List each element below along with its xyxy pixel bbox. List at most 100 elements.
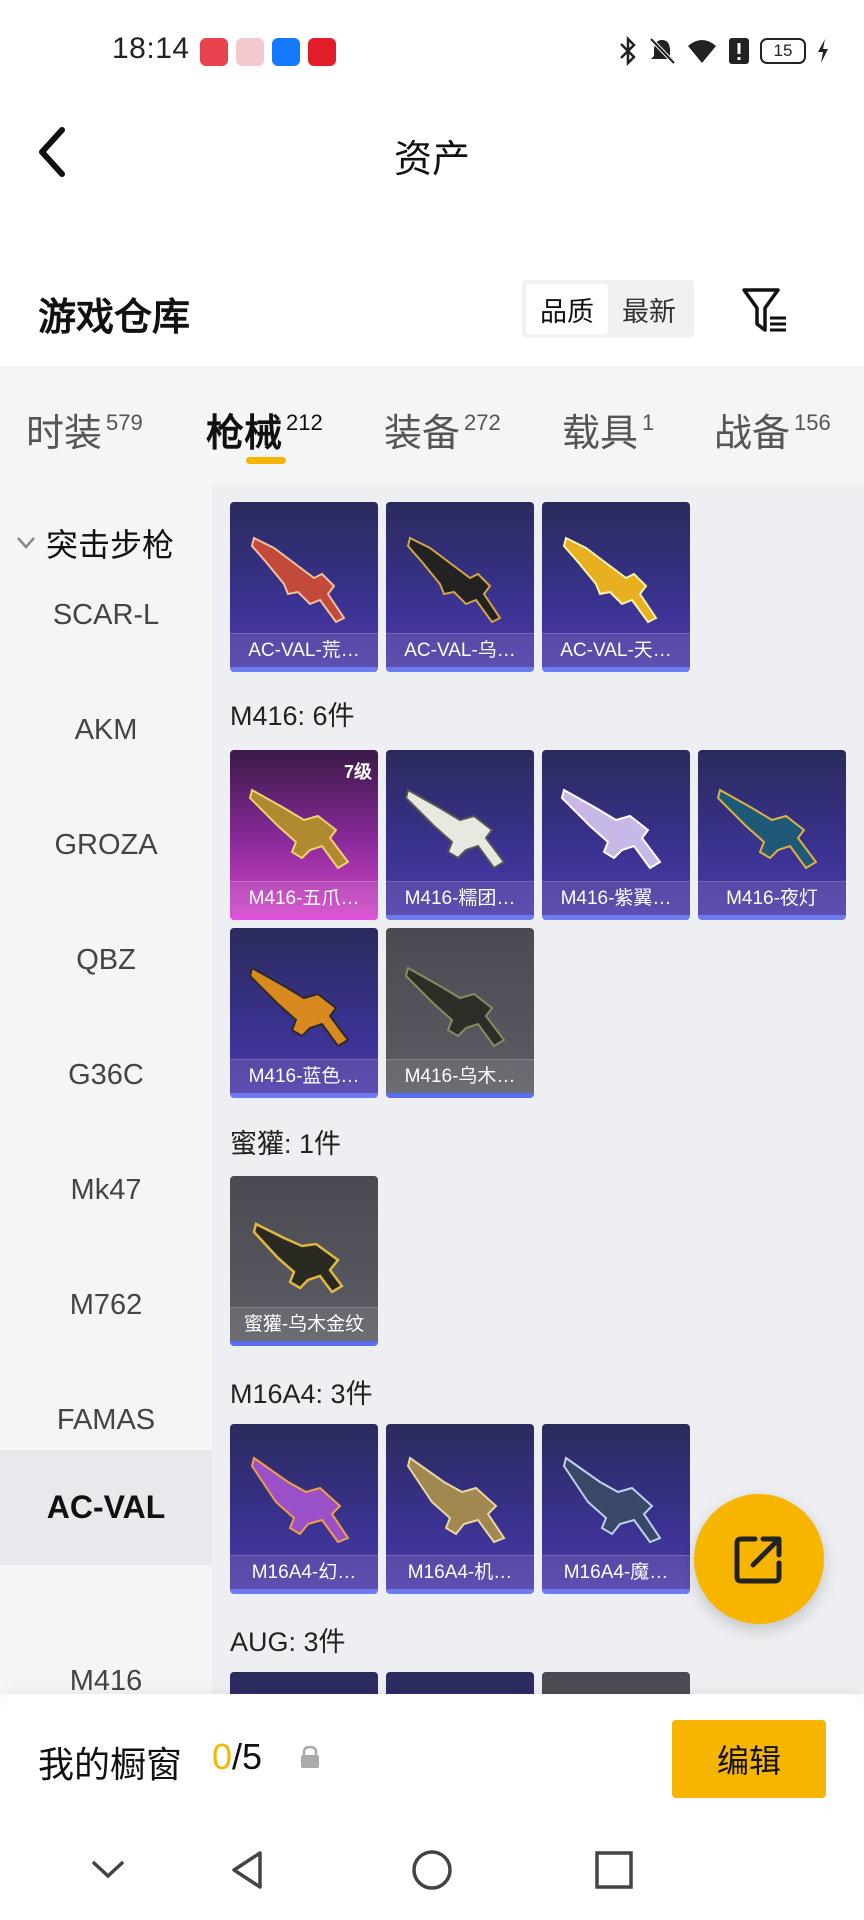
sidebar-item-akm[interactable]: AKM	[0, 673, 212, 788]
weapon-card[interactable]: M416-乌木…	[386, 928, 534, 1098]
sidebar-item-qbz[interactable]: QBZ	[0, 903, 212, 1018]
charging-icon	[818, 39, 828, 63]
status-time: 18:14	[112, 32, 190, 65]
tab-count: 579	[106, 410, 143, 435]
status-right-icons: 15	[618, 36, 830, 66]
weapon-card[interactable]: AC-VAL-荒…	[230, 502, 378, 672]
weapon-card[interactable]: M16A4-机…	[386, 1424, 534, 1594]
page-title: 资产	[393, 139, 470, 181]
filter-button[interactable]	[738, 284, 792, 338]
nav-collapse-button[interactable]	[78, 1840, 138, 1900]
store-icon	[236, 38, 264, 66]
tab-count: 156	[794, 410, 831, 435]
tab-label: 战备	[714, 413, 791, 455]
weapon-card[interactable]: 7级 M416-五爪…	[230, 750, 378, 920]
battery-icon: 15	[760, 38, 806, 64]
tab-vehicles[interactable]: 载具 1	[562, 402, 654, 457]
weapon-card[interactable]: AC-VAL-天…	[542, 502, 690, 672]
tab-fashion[interactable]: 时装 579	[26, 402, 143, 457]
sidebar-item-m416[interactable]: M416	[0, 1624, 212, 1694]
group-label-aug: AUG: 3件	[230, 1627, 346, 1657]
weapon-card[interactable]: M416-紫翼…	[542, 750, 690, 920]
rifle-icon	[562, 1456, 662, 1544]
category-tabs: 时装 579 枪械 212 装备 272 载具 1 战备 156	[0, 366, 864, 484]
tab-count: 212	[286, 410, 323, 435]
nav-back-button[interactable]	[218, 1840, 278, 1900]
sort-quality-button[interactable]: 品质	[526, 284, 608, 334]
sidebar-item-mk47[interactable]: Mk47	[0, 1133, 212, 1248]
showcase-total: /5	[232, 1736, 263, 1777]
warehouse-title: 游戏仓库	[38, 297, 191, 339]
tab-label: 载具	[562, 413, 639, 455]
share-fab-button[interactable]	[694, 1494, 824, 1624]
edit-button[interactable]: 编辑	[672, 1720, 826, 1798]
group-label-honey-badger: 蜜獾: 1件	[230, 1129, 342, 1159]
sidebar-item-m762[interactable]: M762	[0, 1248, 212, 1363]
system-nav-bar	[0, 1824, 864, 1920]
share-icon	[734, 1536, 782, 1584]
rifle-icon	[250, 1456, 350, 1544]
alipay-icon	[272, 38, 300, 66]
redbag-icon	[308, 38, 336, 66]
weapon-name: M416-糯团…	[386, 881, 534, 915]
weapon-name: M416-五爪…	[230, 881, 378, 915]
tab-equipment[interactable]: 装备 272	[384, 402, 501, 457]
showcase-bar: 我的橱窗 0/5 编辑	[0, 1694, 864, 1824]
status-app-icons	[200, 38, 336, 66]
filter-icon	[742, 288, 786, 332]
sort-newest-button[interactable]: 最新	[608, 284, 690, 334]
nav-recents-button[interactable]	[584, 1840, 644, 1900]
rifle-icon	[404, 966, 506, 1048]
weapon-name: M416-夜灯	[698, 881, 846, 915]
nav-home-button[interactable]	[402, 1840, 462, 1900]
rifle-icon	[406, 536, 502, 624]
weapon-card[interactable]: M16A4-幻…	[230, 1424, 378, 1594]
active-tab-indicator	[246, 457, 286, 464]
weapon-card[interactable]: AC-VAL-乌…	[386, 502, 534, 672]
sidebar-item-scar-l[interactable]: SCAR-L	[0, 558, 212, 673]
weapon-card[interactable]	[386, 1672, 534, 1694]
alert-icon	[729, 38, 749, 64]
showcase-count: 0/5	[212, 1736, 262, 1778]
tab-label: 装备	[384, 413, 461, 455]
sort-toggle: 品质 最新	[522, 280, 694, 338]
tab-label: 时装	[26, 413, 103, 455]
header: 资产	[0, 100, 864, 210]
weapon-name: AC-VAL-荒…	[230, 633, 378, 667]
group-label-m16a4: M16A4: 3件	[230, 1379, 373, 1409]
weapon-name: M16A4-机…	[386, 1555, 534, 1589]
sidebar-item-groza[interactable]: GROZA	[0, 788, 212, 903]
chevron-down-icon	[92, 1861, 124, 1879]
triangle-back-icon	[232, 1851, 262, 1889]
rifle-icon	[716, 788, 818, 870]
weapon-name: 蜜獾-乌木金纹	[230, 1307, 378, 1341]
rifle-icon	[250, 536, 346, 624]
weapon-name: AC-VAL-乌…	[386, 633, 534, 667]
lock-icon	[301, 1745, 319, 1768]
chevron-down-icon	[17, 537, 35, 549]
tab-supplies[interactable]: 战备 156	[714, 402, 831, 457]
tab-count: 272	[464, 410, 501, 435]
tab-count: 1	[642, 410, 655, 435]
group-label-m416: M416: 6件	[230, 701, 355, 731]
weapon-sidebar: 突击步枪 SCAR-L AKM GROZA QBZ G36C Mk47 M762…	[0, 484, 212, 1694]
showcase-label: 我的橱窗	[38, 1744, 183, 1785]
mute-bell-icon	[649, 37, 676, 65]
tab-firearms[interactable]: 枪械 212	[206, 402, 323, 457]
status-bar: 18:14 15	[0, 0, 864, 100]
weapon-card[interactable]: M16A4-魔…	[542, 1424, 690, 1594]
weapon-card[interactable]: 蜜獾-乌木金纹	[230, 1176, 378, 1346]
showcase-current: 0	[212, 1736, 233, 1777]
sidebar-item-ac-val[interactable]: AC-VAL	[0, 1450, 212, 1565]
weapon-card[interactable]	[230, 1672, 378, 1694]
rifle-icon	[406, 1456, 506, 1544]
rifle-icon	[560, 788, 662, 870]
weapon-card[interactable]: M416-夜灯	[698, 750, 846, 920]
weapon-card[interactable]	[542, 1672, 690, 1694]
bluetooth-icon	[620, 36, 636, 66]
weapon-name: M416-蓝色…	[230, 1059, 378, 1093]
rifle-icon	[404, 788, 506, 870]
weapon-card[interactable]: M416-蓝色…	[230, 928, 378, 1098]
sidebar-item-g36c[interactable]: G36C	[0, 1018, 212, 1133]
weapon-card[interactable]: M416-糯团…	[386, 750, 534, 920]
